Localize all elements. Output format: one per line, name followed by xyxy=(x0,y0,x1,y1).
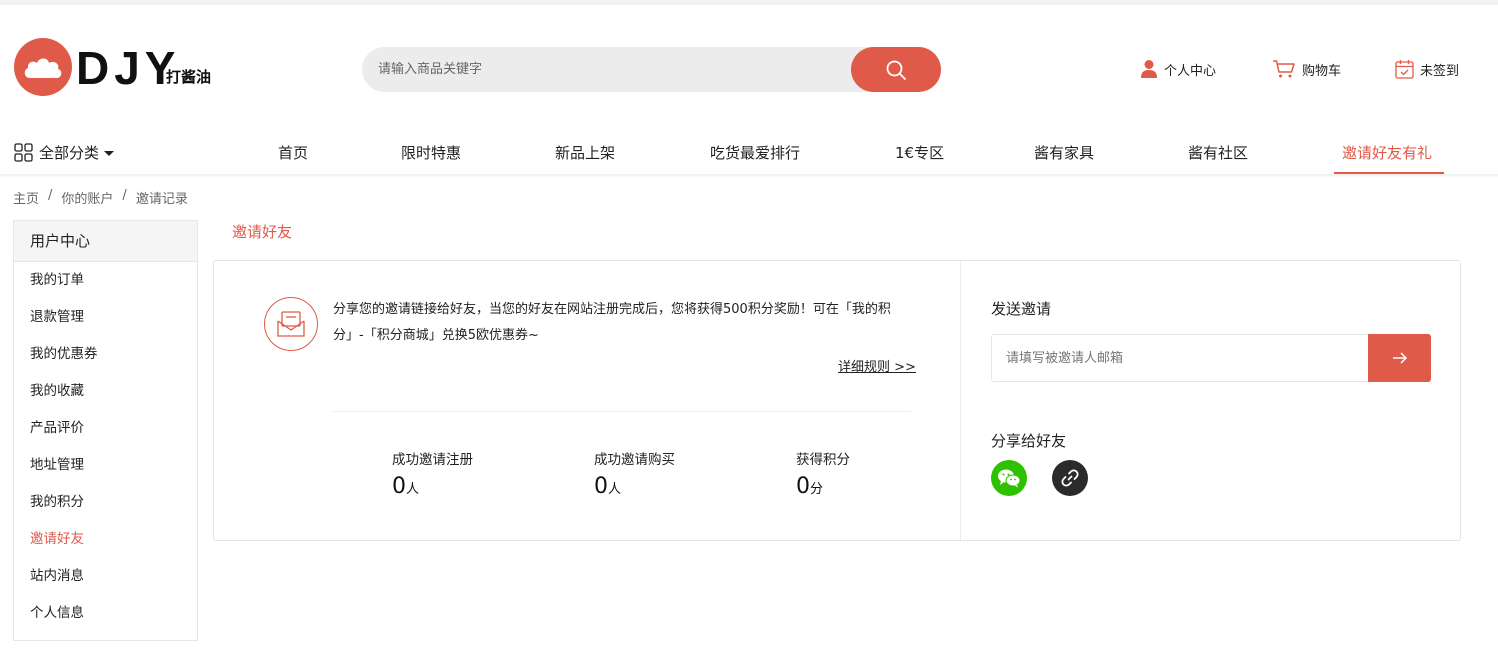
send-invite-button[interactable] xyxy=(1368,334,1431,382)
stat-number: 0 xyxy=(594,474,608,499)
sidebar-item-messages[interactable]: 站内消息 xyxy=(14,558,197,595)
sign-in-link[interactable]: 未签到 xyxy=(1395,58,1459,80)
caret-down-icon xyxy=(104,150,115,156)
sidebar-item-favorites[interactable]: 我的收藏 xyxy=(14,373,197,410)
nav-furniture[interactable]: 酱有家具 xyxy=(1034,142,1094,163)
logo-subtitle: 打酱油 xyxy=(166,68,212,86)
cart-link[interactable]: 购物车 xyxy=(1272,58,1341,80)
stat-points: 获得积分 0分 xyxy=(796,448,850,499)
search-bar xyxy=(362,47,941,92)
sidebar-item-orders[interactable]: 我的订单 xyxy=(14,262,197,299)
nav-new-arrivals[interactable]: 新品上架 xyxy=(555,142,615,163)
send-invite-title: 发送邀请 xyxy=(991,300,1052,318)
stat-unit: 人 xyxy=(406,482,420,497)
stat-label: 成功邀请注册 xyxy=(392,452,473,468)
stat-number: 0 xyxy=(392,474,406,499)
sidebar-title: 用户中心 xyxy=(14,221,197,262)
copy-link-button[interactable] xyxy=(1052,460,1088,496)
stat-unit: 分 xyxy=(810,482,824,497)
invitee-email-input[interactable] xyxy=(1006,335,1356,381)
nav-community[interactable]: 酱有社区 xyxy=(1188,142,1248,163)
share-wechat-button[interactable] xyxy=(991,460,1027,496)
sidebar-item-addresses[interactable]: 地址管理 xyxy=(14,447,197,484)
all-categories-button[interactable]: 全部分类 xyxy=(14,142,121,163)
stat-label: 获得积分 xyxy=(796,452,850,468)
breadcrumb-separator: / xyxy=(122,188,127,203)
sidebar-item-profile[interactable]: 个人信息 xyxy=(14,595,197,632)
search-input[interactable] xyxy=(378,47,838,92)
email-input-group xyxy=(991,334,1431,382)
main-nav: 全部分类 首页 限时特惠 新品上架 吃货最爱排行 1€专区 酱有家具 酱有社区 … xyxy=(0,134,1498,176)
sidebar-item-coupons[interactable]: 我的优惠券 xyxy=(14,336,197,373)
share-title: 分享给好友 xyxy=(991,432,1067,450)
page-title: 邀请好友 xyxy=(232,223,293,241)
wechat-icon xyxy=(998,469,1021,488)
user-center-sidebar: 用户中心 我的订单 退款管理 我的优惠券 我的收藏 产品评价 地址管理 我的积分… xyxy=(13,220,198,641)
envelope-icon xyxy=(277,311,305,337)
cloud-icon xyxy=(24,58,62,78)
user-center-label: 个人中心 xyxy=(1164,63,1217,79)
link-icon xyxy=(1061,469,1079,487)
sidebar-item-invite[interactable]: 邀请好友 xyxy=(14,521,197,558)
sidebar-item-refunds[interactable]: 退款管理 xyxy=(14,299,197,336)
invite-panel: 分享您的邀请链接给好友，当您的好友在网站注册完成后，您将获得500积分奖励！可在… xyxy=(213,260,1461,541)
sidebar-item-points[interactable]: 我的积分 xyxy=(14,484,197,521)
stat-purchased: 成功邀请购买 0人 xyxy=(594,448,675,499)
breadcrumb: 主页 / 你的账户 / 邀请记录 xyxy=(13,188,188,207)
user-icon xyxy=(1141,60,1157,78)
stat-unit: 人 xyxy=(608,482,622,497)
logo[interactable]: DJY 打酱油 xyxy=(14,38,214,98)
search-button[interactable] xyxy=(851,47,941,92)
rules-link[interactable]: 详细规则 >> xyxy=(838,356,916,375)
nav-invite-friends[interactable]: 邀请好友有礼 xyxy=(1342,142,1432,163)
breadcrumb-separator: / xyxy=(48,188,53,203)
breadcrumb-home[interactable]: 主页 xyxy=(13,188,39,207)
invite-description: 分享您的邀请链接给好友，当您的好友在网站注册完成后，您将获得500积分奖励！可在… xyxy=(333,302,891,343)
cart-label: 购物车 xyxy=(1302,63,1342,79)
cart-icon xyxy=(1273,60,1295,78)
stat-label: 成功邀请购买 xyxy=(594,452,675,468)
mail-icon xyxy=(264,297,318,351)
stat-value: 0分 xyxy=(796,474,850,499)
stat-value: 0人 xyxy=(392,474,473,499)
all-categories-label: 全部分类 xyxy=(39,144,100,162)
nav-one-euro[interactable]: 1€专区 xyxy=(895,142,944,163)
top-strip xyxy=(0,0,1498,5)
stat-registered: 成功邀请注册 0人 xyxy=(392,448,473,499)
breadcrumb-current: 邀请记录 xyxy=(135,192,188,207)
nav-home[interactable]: 首页 xyxy=(278,142,308,163)
logo-text: DJY xyxy=(76,42,181,94)
user-center-link[interactable]: 个人中心 xyxy=(1140,58,1216,80)
divider xyxy=(333,411,911,412)
search-icon xyxy=(886,60,906,80)
arrow-right-icon xyxy=(1392,352,1407,364)
grid-icon xyxy=(14,143,33,162)
nav-shadow xyxy=(0,174,1498,178)
sign-in-label: 未签到 xyxy=(1420,63,1460,79)
panel-divider xyxy=(960,261,961,540)
calendar-check-icon xyxy=(1395,60,1414,79)
nav-top-ranking[interactable]: 吃货最爱排行 xyxy=(710,142,800,163)
sidebar-item-reviews[interactable]: 产品评价 xyxy=(14,410,197,447)
stat-number: 0 xyxy=(796,474,810,499)
nav-flash-sale[interactable]: 限时特惠 xyxy=(401,142,461,163)
stat-value: 0人 xyxy=(594,474,675,499)
breadcrumb-account[interactable]: 你的账户 xyxy=(61,188,113,207)
